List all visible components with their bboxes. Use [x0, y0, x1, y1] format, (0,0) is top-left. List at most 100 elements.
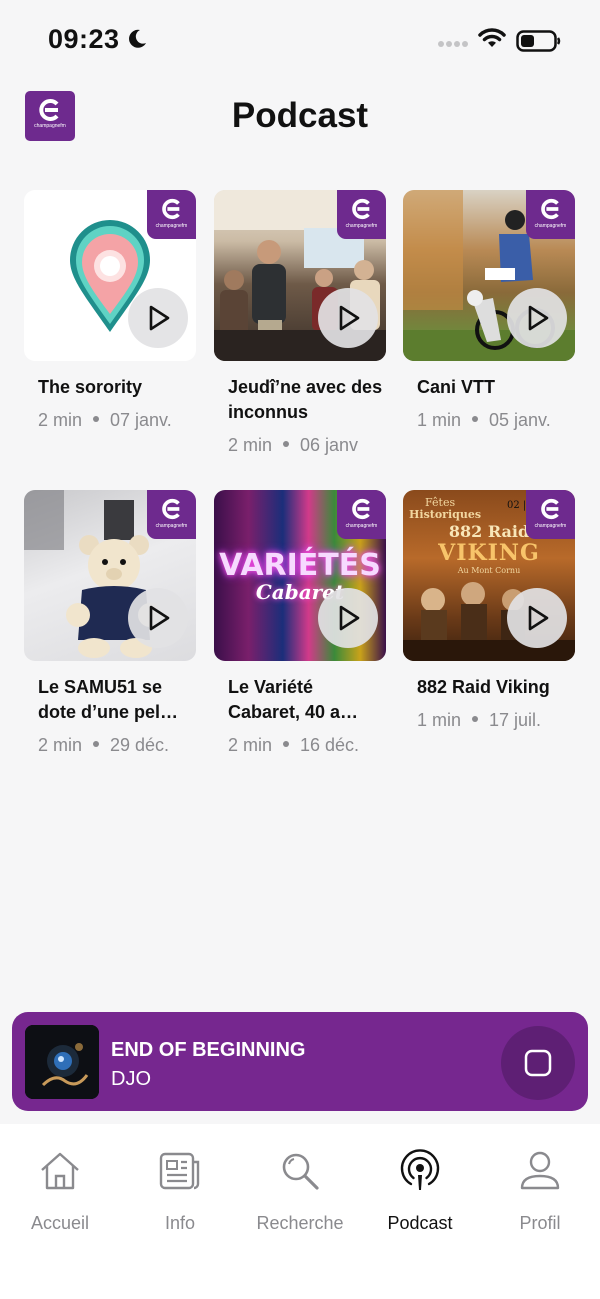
stop-icon [524, 1049, 552, 1077]
page-title: Podcast [231, 96, 369, 135]
podcast-duration: 2 min [228, 435, 273, 455]
podcast-thumbnail[interactable]: champagnefm [24, 490, 196, 661]
podcast-thumbnail[interactable]: champagnefm [403, 190, 575, 361]
podcast-thumbnail[interactable]: VARIÉTÉS Cabaret champagnefm [214, 490, 386, 661]
tab-info[interactable]: Info [120, 1124, 240, 1244]
logo-mark-icon [541, 498, 559, 520]
separator-dot [472, 716, 479, 723]
logo-mark-icon [352, 498, 370, 520]
now-playing-artist: DJO [111, 1068, 151, 1090]
badge-text: champagnefm [534, 223, 567, 229]
podcast-meta: 2 min 16 déc. [214, 735, 386, 756]
play-icon [149, 605, 170, 631]
moon-icon [129, 29, 146, 48]
podcast-duration: 2 min [38, 735, 83, 755]
podcast-title: Jeudî’ne avec des inconnus [228, 377, 383, 422]
separator-dot [283, 441, 290, 448]
tab-label: Podcast [387, 1213, 453, 1233]
home-icon [41, 1152, 79, 1190]
podcast-card[interactable]: champagnefm Cani VTT 1 min 05 janv. [403, 190, 575, 431]
newspaper-icon [159, 1152, 200, 1190]
podcast-card[interactable]: champagnefm Jeudî’ne avec des inconnus 2… [214, 190, 386, 456]
logo-mark-icon [162, 498, 180, 520]
brand-badge: champagnefm [147, 190, 196, 239]
brand-badge: champagnefm [526, 490, 575, 539]
podcast-duration: 2 min [38, 410, 83, 430]
podcast-title: Le Variété Cabaret, 40 a… [228, 677, 359, 722]
podcast-thumbnail[interactable]: champagnefm [214, 190, 386, 361]
album-art-illustration [25, 1025, 99, 1099]
podcast-thumbnail[interactable]: Fêtes Historiques 02 | 03 882 Raid VIKIN… [403, 490, 575, 661]
podcast-card[interactable]: VARIÉTÉS Cabaret champagnefm Le Variété … [214, 490, 386, 756]
badge-text: champagnefm [345, 223, 378, 229]
brand-badge: champagnefm [337, 490, 386, 539]
status-time: 09:23 [48, 24, 120, 54]
tab-accueil[interactable]: Accueil [0, 1124, 120, 1244]
brand-badge: champagnefm [147, 490, 196, 539]
brand-badge: champagnefm [337, 190, 386, 239]
play-icon [339, 605, 360, 631]
tab-label: Info [164, 1213, 196, 1233]
play-icon [149, 305, 170, 331]
tab-label: Accueil [30, 1213, 90, 1233]
badge-text: champagnefm [534, 523, 567, 529]
play-icon [339, 305, 360, 331]
podcast-card[interactable]: champagnefm The sorority 2 min 07 janv. [24, 190, 196, 431]
play-icon [528, 305, 549, 331]
play-button[interactable] [318, 588, 378, 648]
podcast-icon [400, 1149, 440, 1190]
podcast-meta: 2 min 07 janv. [24, 410, 196, 431]
separator-dot [93, 741, 100, 748]
podcast-meta: 2 min 29 déc. [24, 735, 196, 756]
play-icon [528, 605, 549, 631]
podcast-meta: 2 min 06 janv [214, 435, 386, 456]
podcast-duration: 1 min [417, 410, 462, 430]
podcast-title: The sorority [38, 377, 143, 397]
podcast-meta: 1 min 17 juil. [403, 710, 575, 731]
thumbnail-text-variete: VARIÉTÉS [219, 548, 381, 583]
tab-bar: Accueil Info Recherche Podcast Profil [0, 1124, 600, 1299]
badge-text: champagnefm [155, 523, 188, 529]
podcast-date: 05 janv. [489, 410, 551, 430]
badge-text: champagnefm [345, 523, 378, 529]
now-playing-title: END OF BEGINNING [111, 1039, 306, 1061]
stop-button[interactable] [501, 1026, 575, 1100]
logo-mark-icon [162, 198, 180, 220]
podcast-card[interactable]: champagnefm Le SAMU51 se dote d’une pel…… [24, 490, 196, 756]
podcast-duration: 1 min [417, 710, 462, 730]
play-button[interactable] [128, 588, 188, 648]
podcast-thumbnail[interactable]: champagnefm [24, 190, 196, 361]
podcast-date: 06 janv [300, 435, 359, 455]
tab-profil[interactable]: Profil [480, 1124, 600, 1244]
tab-podcast[interactable]: Podcast [360, 1124, 480, 1244]
podcast-title: Le SAMU51 se dote d’une pel… [38, 677, 179, 722]
logo-mark-icon [352, 198, 370, 220]
podcast-date: 16 déc. [300, 735, 360, 755]
logo-mark-icon [541, 198, 559, 220]
signal-icon [438, 41, 468, 47]
podcast-title: Cani VTT [417, 377, 496, 397]
tab-label: Profil [519, 1213, 561, 1233]
play-button[interactable] [318, 288, 378, 348]
separator-dot [93, 416, 100, 423]
person-icon [520, 1151, 560, 1190]
brand-badge: champagnefm [526, 190, 575, 239]
wifi-icon [478, 28, 506, 47]
play-button[interactable] [507, 588, 567, 648]
podcast-date: 29 déc. [110, 735, 170, 755]
separator-dot [283, 741, 290, 748]
now-playing-artwork [25, 1025, 99, 1099]
badge-text: champagnefm [155, 223, 188, 229]
podcast-title: 882 Raid Viking [417, 677, 550, 697]
podcast-date: 17 juil. [489, 710, 542, 730]
battery-icon [516, 30, 561, 52]
separator-dot [472, 416, 479, 423]
tab-recherche[interactable]: Recherche [240, 1124, 360, 1244]
play-button[interactable] [507, 288, 567, 348]
status-bar: 09:23 [0, 0, 600, 80]
podcast-duration: 2 min [228, 735, 273, 755]
search-icon [282, 1153, 319, 1190]
podcast-card[interactable]: Fêtes Historiques 02 | 03 882 Raid VIKIN… [403, 490, 575, 731]
play-button[interactable] [128, 288, 188, 348]
mini-player[interactable]: END OF BEGINNING DJO [12, 1012, 588, 1111]
